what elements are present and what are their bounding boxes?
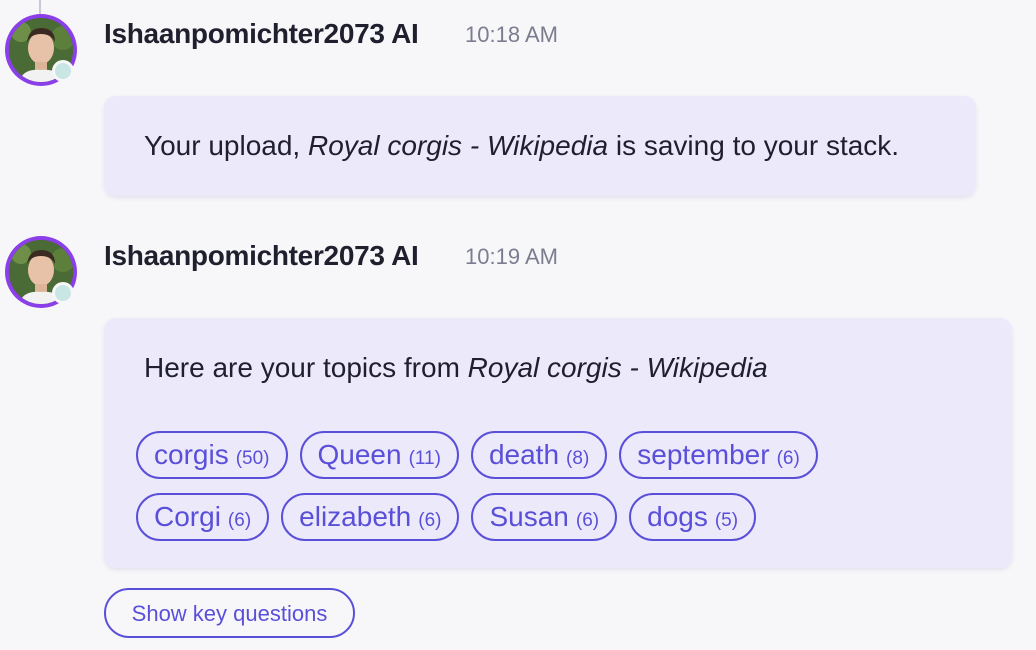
topic-chip[interactable]: elizabeth (6) xyxy=(281,493,460,541)
topic-label: corgis xyxy=(154,439,229,470)
topic-label: dogs xyxy=(647,501,708,532)
topic-chip[interactable]: Susan (6) xyxy=(471,493,618,541)
topic-label: Corgi xyxy=(154,501,221,532)
online-status-icon xyxy=(52,60,74,82)
document-title: Royal corgis - Wikipedia xyxy=(467,352,768,383)
topic-count: (8) xyxy=(566,448,590,469)
message-2: Ishaanpomichter2073 AI 10:19 AM xyxy=(0,222,1036,308)
topic-chip[interactable]: Queen (11) xyxy=(299,431,459,479)
topic-label: death xyxy=(488,439,560,470)
topic-label: Susan xyxy=(489,501,569,532)
online-status-icon xyxy=(52,282,74,304)
topic-chip[interactable]: dogs (5) xyxy=(629,493,757,541)
message-author: Ishaanpomichter2073 AI xyxy=(104,240,419,271)
message-1: Ishaanpomichter2073 AI 10:18 AM xyxy=(0,0,1036,86)
topic-chip[interactable]: september (6) xyxy=(619,431,818,479)
message-bubble: Your upload, Royal corgis - Wikipedia is… xyxy=(104,96,976,196)
message-text: Your upload, Royal corgis - Wikipedia is… xyxy=(144,130,900,161)
topic-count: (11) xyxy=(408,448,441,469)
message-timestamp: 10:19 AM xyxy=(465,244,558,269)
topics-bubble: Here are your topics from Royal corgis -… xyxy=(104,318,1012,568)
document-title: Royal corgis - Wikipedia xyxy=(308,130,609,161)
message-text: Here are your topics from Royal corgis -… xyxy=(144,352,768,383)
topic-chip[interactable]: corgis (50) xyxy=(136,431,288,479)
topic-count: (6) xyxy=(227,510,252,531)
message-author: Ishaanpomichter2073 AI xyxy=(104,18,419,49)
message-timestamp: 10:18 AM xyxy=(465,22,558,47)
topic-count: (6) xyxy=(418,510,442,531)
topic-count: (6) xyxy=(776,448,800,469)
topic-count: (5) xyxy=(714,510,739,531)
topic-label: Queen xyxy=(317,439,402,470)
show-key-questions-button[interactable]: Show key questions xyxy=(104,588,355,638)
topic-count: (6) xyxy=(575,510,600,531)
topic-chip[interactable]: Corgi (6) xyxy=(136,493,270,541)
topic-chip[interactable]: death (8) xyxy=(470,431,608,479)
topic-label: september xyxy=(637,439,770,470)
topic-count: (50) xyxy=(235,448,270,469)
topic-chip-row-2: Corgi (6) elizabeth (6) Susan (6) dogs (5) xyxy=(136,493,757,541)
topic-label: elizabeth xyxy=(299,501,412,532)
topic-chip-row-1: corgis (50) Queen (11) death (8) september (… xyxy=(136,431,818,479)
